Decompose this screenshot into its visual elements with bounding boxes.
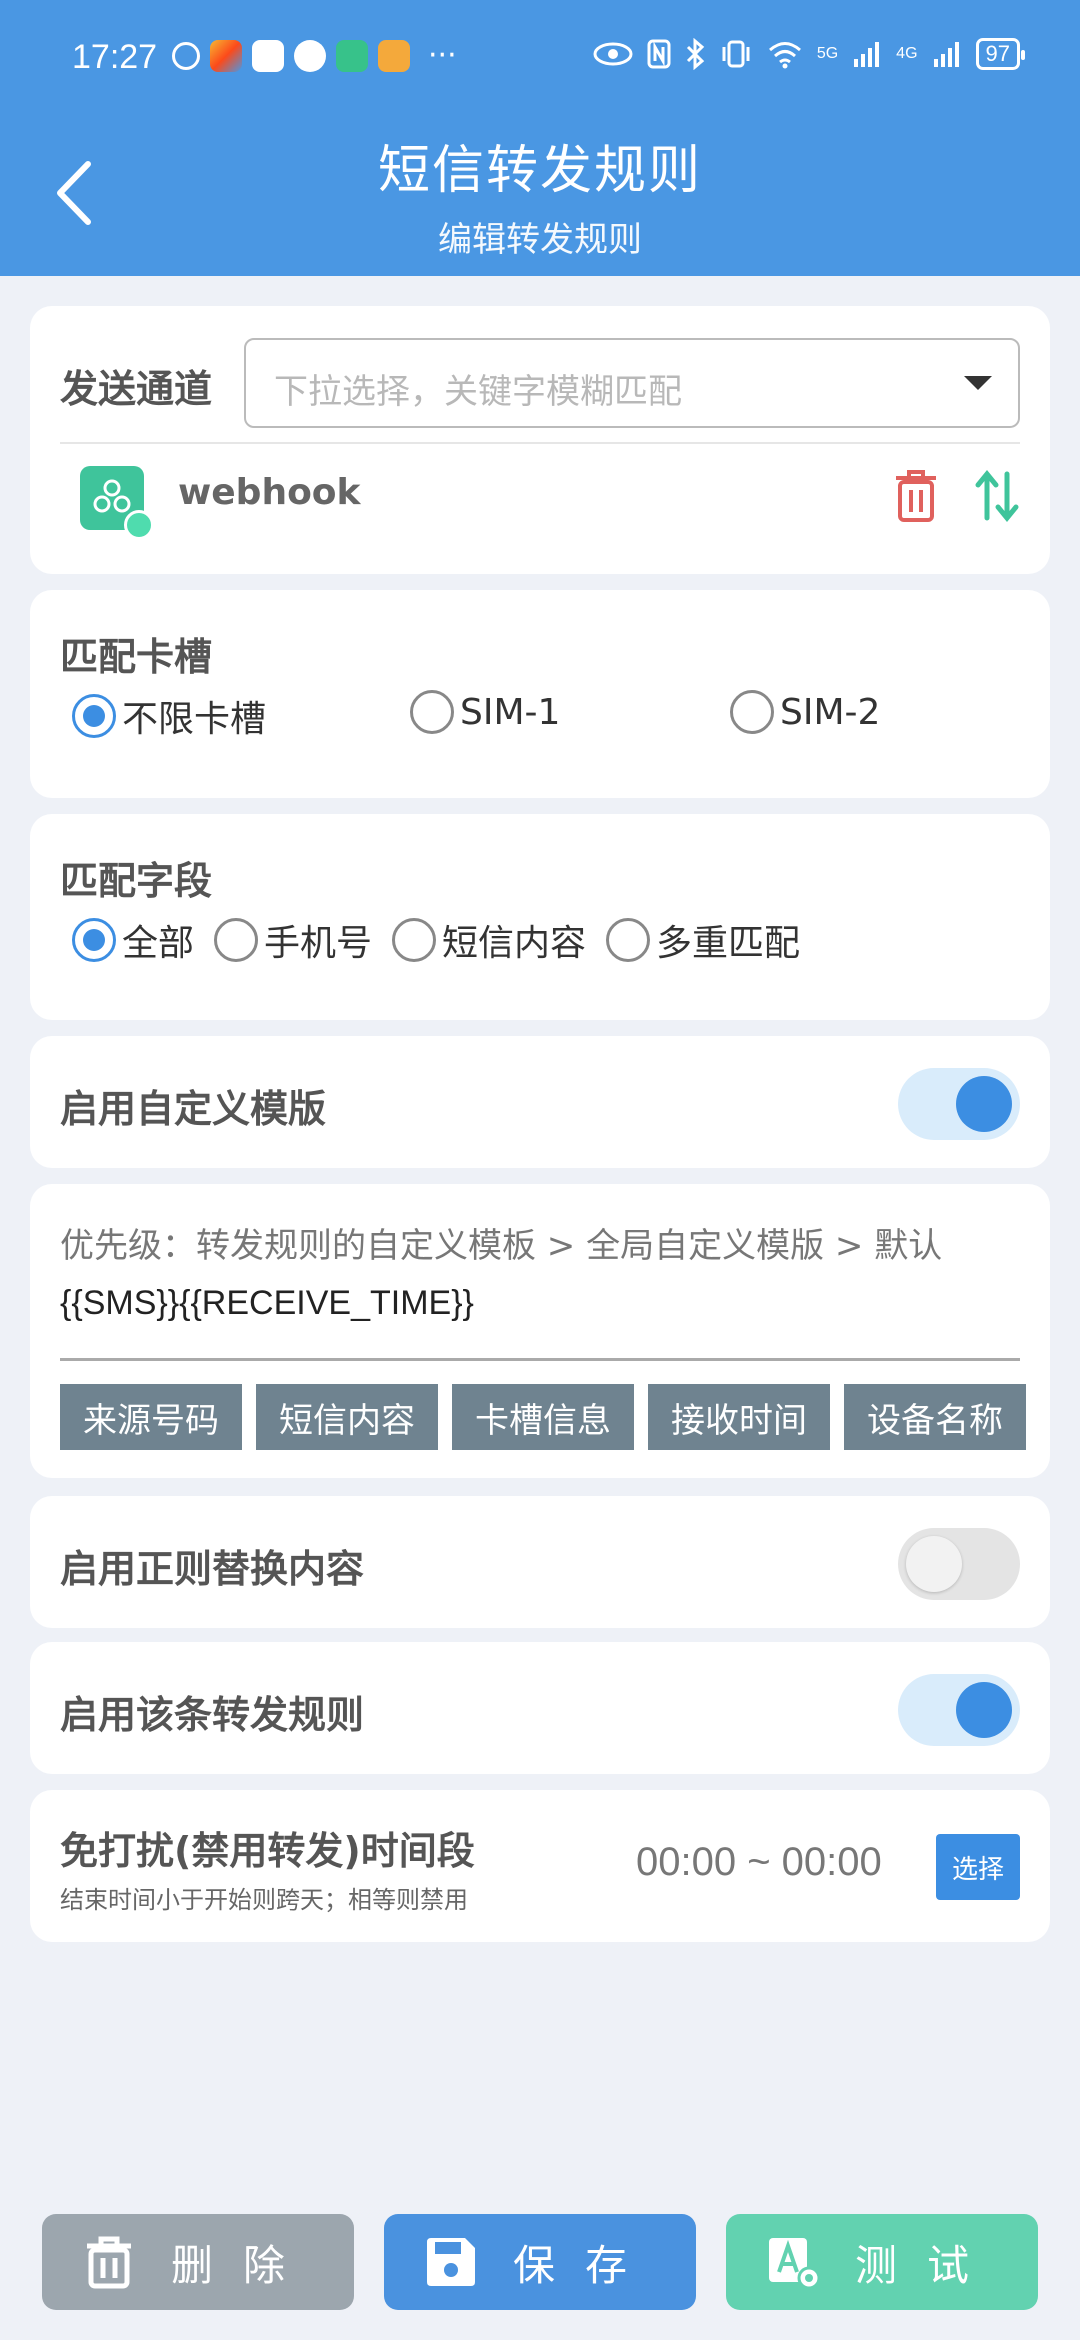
radio-label: 不限卡槽 <box>122 699 267 740</box>
template-input[interactable]: {{SMS}}{{RECEIVE_TIME}} <box>60 1284 474 1323</box>
chip-receive-time[interactable]: 接收时间 <box>648 1384 830 1450</box>
save-button-label: 保存 <box>512 2240 657 2290</box>
signal-icon <box>854 42 880 67</box>
battery-indicator: 97 <box>975 38 1026 70</box>
network-5g-label: 5G <box>816 45 839 62</box>
regex-replace-toggle[interactable] <box>898 1528 1020 1600</box>
send-channel-card: 发送通道 下拉选择，关键字模糊匹配 webhook <box>30 306 1050 574</box>
app-icon-green <box>336 40 368 72</box>
radio-label: 多重匹配 <box>656 923 801 964</box>
page-title: 短信转发规则 <box>377 141 702 201</box>
radio-dot <box>730 690 774 734</box>
status-right-icons: 5G 4G 97 <box>593 38 1026 70</box>
divider <box>60 442 1020 444</box>
app-header: 17:27 ··· 5G 4G 97 短信转发规则 编辑转发规则 <box>0 0 1080 276</box>
radio-dot <box>72 694 116 738</box>
webhook-icon <box>80 466 154 540</box>
sim-slot-card: 匹配卡槽 不限卡槽 SIM-1 SIM-2 <box>30 590 1050 798</box>
toggle-knob <box>956 1682 1012 1738</box>
priority-hint: 优先级：转发规则的自定义模板 > 全局自定义模版 > 默认 <box>60 1226 943 1266</box>
trash-icon <box>86 2236 131 2289</box>
match-field-card: 匹配字段 全部 手机号 短信内容 多重匹配 <box>30 814 1050 1020</box>
radio-dot <box>410 690 454 734</box>
toggle-knob <box>906 1536 962 1592</box>
chip-device-name[interactable]: 设备名称 <box>844 1384 1026 1450</box>
status-time: 17:27 <box>72 38 158 76</box>
delete-button[interactable]: 删除 <box>42 2214 354 2310</box>
radio-dot <box>214 918 258 962</box>
radio-sms-content[interactable]: 短信内容 <box>392 914 586 966</box>
app-icon-orange <box>378 40 410 72</box>
app-icon-browser <box>252 40 284 72</box>
radio-sim1[interactable]: SIM-1 <box>410 690 560 734</box>
match-field-radio-group: 全部 手机号 短信内容 多重匹配 <box>60 914 1020 970</box>
radio-label: SIM-2 <box>780 691 881 733</box>
chip-source-number[interactable]: 来源号码 <box>60 1384 242 1450</box>
radio-label: 全部 <box>122 923 195 964</box>
channel-select-placeholder: 下拉选择，关键字模糊匹配 <box>274 372 682 412</box>
match-field-title: 匹配字段 <box>60 859 213 903</box>
custom-template-toggle[interactable] <box>898 1068 1020 1140</box>
template-editor-card: 优先级：转发规则的自定义模板 > 全局自定义模版 > 默认 {{SMS}}{{R… <box>30 1184 1050 1478</box>
bluetooth-icon <box>686 38 705 70</box>
radio-any-slot[interactable]: 不限卡槽 <box>72 690 266 742</box>
nfc-icon <box>647 39 671 69</box>
chip-sms-content[interactable]: 短信内容 <box>256 1384 438 1450</box>
chip-slot-info[interactable]: 卡槽信息 <box>452 1384 634 1450</box>
enable-rule-toggle[interactable] <box>898 1674 1020 1746</box>
enable-rule-label: 启用该条转发规则 <box>60 1693 365 1737</box>
radio-phone[interactable]: 手机号 <box>214 914 372 966</box>
status-bar: 17:27 ··· 5G 4G 97 <box>0 0 1080 120</box>
vibrate-icon <box>722 40 750 68</box>
floppy-disk-icon <box>426 2238 475 2286</box>
play-badge-icon <box>124 510 154 540</box>
dnd-title: 免打扰(禁用转发)时间段 <box>60 1829 475 1873</box>
app-icon-colorful <box>210 40 242 72</box>
more-notifications-icon: ··· <box>428 38 457 73</box>
delete-button-label: 删除 <box>170 2240 315 2290</box>
enable-rule-card: 启用该条转发规则 <box>30 1642 1050 1774</box>
page-subtitle: 编辑转发规则 <box>438 220 642 260</box>
dnd-card: 免打扰(禁用转发)时间段 结束时间小于开始则跨天；相等则禁用 00:00 ~ 0… <box>30 1790 1050 1942</box>
regex-replace-card: 启用正则替换内容 <box>30 1496 1050 1628</box>
sim-slot-title: 匹配卡槽 <box>60 635 213 679</box>
radio-multi-match[interactable]: 多重匹配 <box>606 914 800 966</box>
dnd-time-range: 00:00 ~ 00:00 <box>636 1840 882 1884</box>
test-settings-icon <box>768 2238 821 2290</box>
test-button[interactable]: 测试 <box>726 2214 1038 2310</box>
trash-icon[interactable] <box>892 468 940 524</box>
dnd-subtitle: 结束时间小于开始则跨天；相等则禁用 <box>60 1886 468 1914</box>
dnd-select-button[interactable]: 选择 <box>936 1834 1020 1900</box>
radio-all[interactable]: 全部 <box>72 914 194 966</box>
custom-template-label: 启用自定义模版 <box>60 1087 327 1131</box>
channel-item-name: webhook <box>178 472 361 513</box>
radio-dot <box>392 918 436 962</box>
network-4g-label: 4G <box>896 45 918 62</box>
notification-icons: ··· <box>172 40 457 72</box>
regex-replace-label: 启用正则替换内容 <box>60 1547 365 1591</box>
eye-icon <box>593 42 633 66</box>
wifi-icon <box>768 42 801 69</box>
radio-label: SIM-1 <box>460 691 561 733</box>
radio-label: 短信内容 <box>442 923 587 964</box>
template-input-underline <box>60 1358 1020 1361</box>
wechat-icon <box>294 40 326 72</box>
save-button[interactable]: 保存 <box>384 2214 696 2310</box>
template-variable-chips: 来源号码 短信内容 卡槽信息 接收时间 设备名称 <box>60 1384 1026 1450</box>
dropdown-caret-icon <box>964 376 992 390</box>
signal-icon-2 <box>933 42 959 67</box>
sync-icon <box>172 42 200 70</box>
sim-slot-radio-group: 不限卡槽 SIM-1 SIM-2 <box>60 690 1020 746</box>
test-button-label: 测试 <box>854 2240 999 2290</box>
radio-dot <box>606 918 650 962</box>
channel-select[interactable]: 下拉选择，关键字模糊匹配 <box>244 338 1020 428</box>
radio-label: 手机号 <box>264 923 373 964</box>
custom-template-card: 启用自定义模版 <box>30 1036 1050 1168</box>
send-channel-label: 发送通道 <box>60 367 213 411</box>
radio-sim2[interactable]: SIM-2 <box>730 690 880 734</box>
radio-dot <box>72 918 116 962</box>
reorder-arrows-icon[interactable] <box>974 468 1020 524</box>
toggle-knob <box>956 1076 1012 1132</box>
